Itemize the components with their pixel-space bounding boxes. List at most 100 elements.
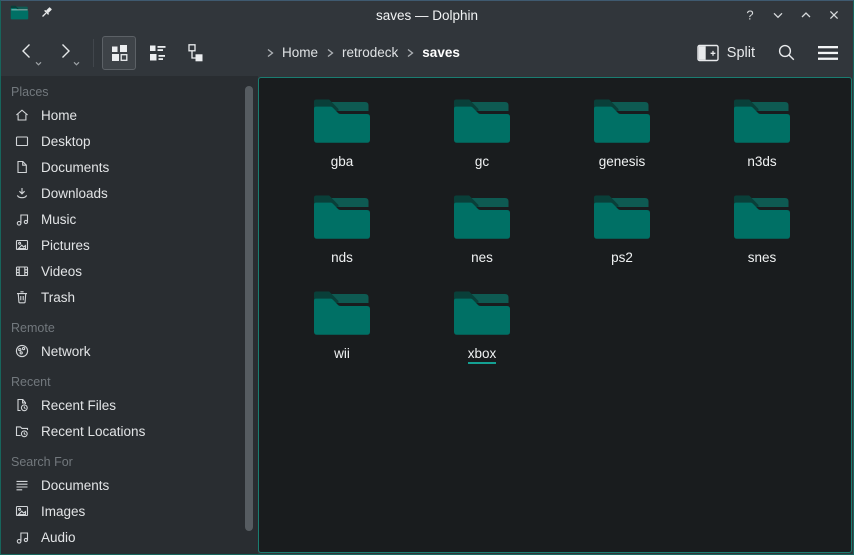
- chevron-up-icon: [798, 7, 814, 23]
- close-icon: [826, 7, 842, 23]
- folder-item-ps2[interactable]: ps2: [552, 193, 692, 289]
- back-button[interactable]: [13, 38, 41, 68]
- folder-label: snes: [748, 250, 777, 265]
- pin-icon[interactable]: [39, 5, 54, 25]
- folder-icon: [312, 193, 372, 241]
- folder-icon: [732, 97, 792, 145]
- breadcrumb-saves[interactable]: saves: [422, 45, 460, 60]
- folder-icon: [452, 289, 512, 337]
- sidebar-item-search-images[interactable]: Images: [1, 498, 241, 524]
- sidebar-item-search-documents[interactable]: Documents: [1, 472, 241, 498]
- folder-icon: [732, 193, 792, 241]
- scrollbar-thumb[interactable]: [245, 86, 253, 531]
- minimize-button[interactable]: [767, 4, 789, 26]
- recent-folder-icon: [14, 423, 30, 439]
- toolbar: Home retrodeck saves Split: [1, 29, 853, 76]
- folder-view: gba gc genesis n3ds nds: [258, 77, 852, 553]
- toolbar-separator: [93, 39, 94, 67]
- trash-icon: [14, 289, 30, 305]
- window-title: saves — Dolphin: [1, 8, 853, 23]
- details-view-icon: [147, 42, 168, 63]
- sidebar-scrollbar: [241, 76, 258, 554]
- chevron-right-icon: [405, 47, 415, 59]
- folder-item-nes[interactable]: nes: [412, 193, 552, 289]
- folder-item-n3ds[interactable]: n3ds: [692, 97, 832, 193]
- recent-file-icon: [14, 397, 30, 413]
- split-label: Split: [727, 45, 755, 61]
- sidebar-item-pictures[interactable]: Pictures: [1, 232, 241, 258]
- folder-item-wii[interactable]: wii: [272, 289, 412, 385]
- sidebar-item-trash[interactable]: Trash: [1, 284, 241, 310]
- network-icon: [14, 343, 30, 359]
- icons-view-button[interactable]: [102, 36, 136, 70]
- icons-view-icon: [109, 42, 130, 63]
- folder-item-genesis[interactable]: genesis: [552, 97, 692, 193]
- breadcrumb-retrodeck[interactable]: retrodeck: [342, 45, 398, 60]
- folder-icon: [592, 193, 652, 241]
- folder-item-gba[interactable]: gba: [272, 97, 412, 193]
- breadcrumb: Home retrodeck saves: [265, 29, 460, 76]
- section-title: Recent: [1, 372, 241, 392]
- dolphin-window: saves — Dolphin ?: [0, 0, 854, 555]
- split-button[interactable]: Split: [697, 44, 755, 62]
- folder-label: gba: [331, 154, 354, 169]
- maximize-button[interactable]: [795, 4, 817, 26]
- folder-icon: [312, 97, 372, 145]
- folder-item-nds[interactable]: nds: [272, 193, 412, 289]
- sidebar-item-desktop[interactable]: Desktop: [1, 128, 241, 154]
- breadcrumb-home[interactable]: Home: [282, 45, 318, 60]
- sidebar-item-home[interactable]: Home: [1, 102, 241, 128]
- music-icon: [14, 529, 30, 545]
- search-icon: [777, 43, 796, 62]
- chevron-right-icon: [325, 47, 335, 59]
- help-button[interactable]: ?: [739, 4, 761, 26]
- hamburger-menu-icon: [818, 45, 839, 61]
- sidebar-item-network[interactable]: Network: [1, 338, 241, 364]
- section-title: Places: [1, 82, 241, 102]
- search-button[interactable]: [777, 43, 796, 62]
- sidebar-section-remote: Remote Network: [1, 318, 241, 364]
- places-panel: Places Home Desktop Documents Downloads: [1, 76, 241, 554]
- folder-label: ps2: [611, 250, 633, 265]
- film-icon: [14, 263, 30, 279]
- folder-label: nds: [331, 250, 353, 265]
- folder-label: gc: [475, 154, 489, 169]
- titlebar: saves — Dolphin ?: [1, 1, 853, 29]
- folder-label: nes: [471, 250, 493, 265]
- folder-grid: gba gc genesis n3ds nds: [259, 78, 851, 385]
- sidebar-item-search-audio[interactable]: Audio: [1, 524, 241, 550]
- sidebar-item-videos[interactable]: Videos: [1, 258, 241, 284]
- folder-icon: [592, 97, 652, 145]
- folder-item-snes[interactable]: snes: [692, 193, 832, 289]
- folder-label: n3ds: [747, 154, 776, 169]
- folder-label: genesis: [599, 154, 646, 169]
- folder-label: xbox: [468, 346, 497, 364]
- folder-item-xbox[interactable]: xbox: [412, 289, 552, 385]
- sidebar-item-documents[interactable]: Documents: [1, 154, 241, 180]
- forward-arrow-icon: [55, 41, 75, 61]
- folder-item-gc[interactable]: gc: [412, 97, 552, 193]
- sidebar-item-downloads[interactable]: Downloads: [1, 180, 241, 206]
- sidebar-section-recent: Recent Recent Files Recent Locations: [1, 372, 241, 444]
- sidebar-item-music[interactable]: Music: [1, 206, 241, 232]
- tree-view-icon: [185, 42, 206, 63]
- folder-icon: [452, 193, 512, 241]
- details-view-button[interactable]: [140, 36, 174, 70]
- folder-icon: [452, 97, 512, 145]
- image-icon: [14, 237, 30, 253]
- forward-button[interactable]: [51, 38, 79, 68]
- music-icon: [14, 211, 30, 227]
- app-folder-icon: [10, 5, 29, 25]
- back-arrow-icon: [17, 41, 37, 61]
- close-button[interactable]: [823, 4, 845, 26]
- sidebar-item-recent-locations[interactable]: Recent Locations: [1, 418, 241, 444]
- tree-view-button[interactable]: [178, 36, 212, 70]
- text-lines-icon: [14, 477, 30, 493]
- svg-text:?: ?: [746, 8, 753, 23]
- chevron-down-icon: [72, 61, 81, 67]
- folder-label: wii: [334, 346, 350, 361]
- sidebar-item-recent-files[interactable]: Recent Files: [1, 392, 241, 418]
- menu-button[interactable]: [818, 45, 839, 61]
- chevron-down-icon: [770, 7, 786, 23]
- sidebar-section-search-for: Search For Documents Images Audio: [1, 452, 241, 550]
